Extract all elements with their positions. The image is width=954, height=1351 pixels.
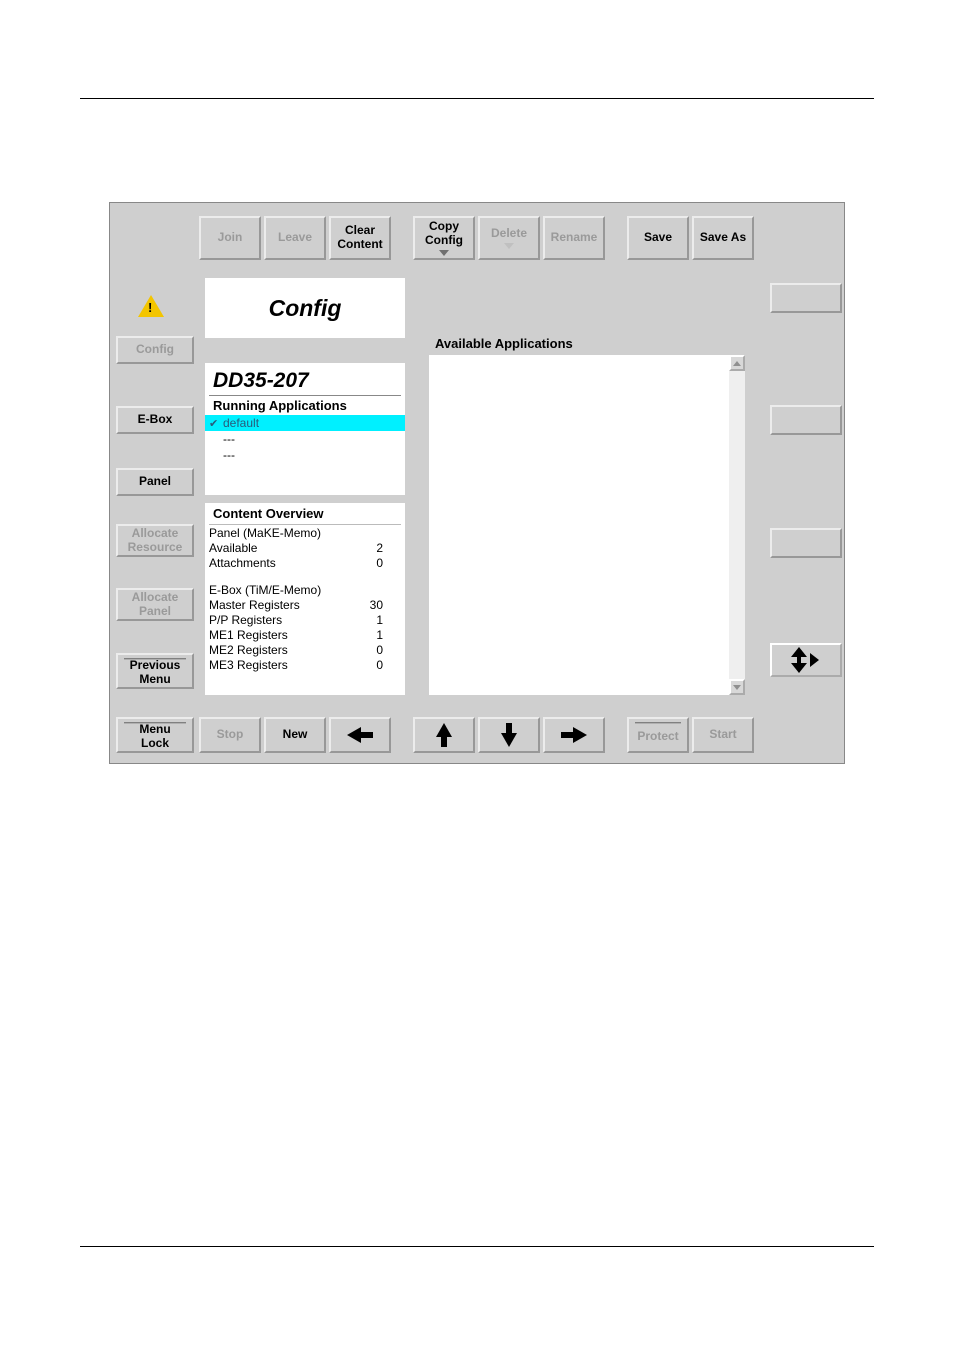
- list-item[interactable]: ---: [205, 431, 405, 447]
- leave-button[interactable]: Leave: [264, 216, 326, 260]
- protect-button[interactable]: Protect: [627, 717, 689, 753]
- content-overview-header: Content Overview: [209, 503, 401, 525]
- clear-content-button[interactable]: ClearContent: [329, 216, 391, 260]
- right-stub-1[interactable]: [770, 283, 842, 313]
- join-button[interactable]: Join: [199, 216, 261, 260]
- rename-button[interactable]: Rename: [543, 216, 605, 260]
- arrow-up-icon: [436, 723, 452, 737]
- table-row: ME3 Registers0: [205, 657, 405, 672]
- previous-menu-button[interactable]: PreviousMenu: [116, 653, 194, 689]
- scrollbar[interactable]: [729, 355, 745, 695]
- running-apps-header: Running Applications: [209, 395, 401, 415]
- screenshot-panel: Join Leave ClearContent CopyConfig Delet…: [109, 202, 845, 764]
- arrow-up-button[interactable]: [413, 717, 475, 753]
- check-icon: ✔: [209, 417, 218, 430]
- chevron-down-icon: [504, 243, 514, 249]
- list-item[interactable]: ---: [205, 447, 405, 463]
- panel-button[interactable]: Panel: [116, 468, 194, 496]
- save-button[interactable]: Save: [627, 216, 689, 260]
- accent-line: [124, 658, 186, 660]
- table-row: ME1 Registers1: [205, 627, 405, 642]
- config-title: Config: [269, 295, 342, 322]
- table-row: Master Registers30: [205, 597, 405, 612]
- available-apps-list[interactable]: [429, 355, 745, 695]
- start-button[interactable]: Start: [692, 717, 754, 753]
- arrow-right-icon: [573, 727, 587, 743]
- scroll-track[interactable]: [729, 371, 745, 679]
- save-as-button[interactable]: Save As: [692, 216, 754, 260]
- accent-line: [635, 722, 681, 724]
- arrow-left-button[interactable]: [329, 717, 391, 753]
- scroll-up-button[interactable]: [729, 355, 745, 371]
- triangle-right-icon: [810, 653, 819, 667]
- arrow-left-icon: [347, 727, 361, 743]
- available-apps-header: Available Applications: [435, 336, 573, 351]
- table-row: Attachments0: [205, 555, 405, 570]
- table-row: Available2: [205, 540, 405, 555]
- running-apps-list[interactable]: ✔ default --- ---: [205, 415, 405, 463]
- device-title: DD35-207: [205, 363, 405, 395]
- delete-button[interactable]: Delete: [478, 216, 540, 260]
- allocate-panel-button[interactable]: AllocatePanel: [116, 588, 194, 621]
- table-row: P/P Registers1: [205, 612, 405, 627]
- copy-config-button[interactable]: CopyConfig: [413, 216, 475, 260]
- right-stub-2[interactable]: [770, 405, 842, 435]
- stop-button[interactable]: Stop: [199, 717, 261, 753]
- content-overview-panel: Content Overview Panel (MaKE-Memo) Avail…: [205, 503, 405, 695]
- page-top-rule: [80, 98, 874, 99]
- right-stub-3[interactable]: [770, 528, 842, 558]
- scroll-nav-button[interactable]: [770, 643, 842, 677]
- list-item[interactable]: ✔ default: [205, 415, 405, 431]
- scroll-down-button[interactable]: [729, 679, 745, 695]
- table-row: ME2 Registers0: [205, 642, 405, 657]
- arrow-down-button[interactable]: [478, 717, 540, 753]
- arrow-right-button[interactable]: [543, 717, 605, 753]
- ebox-button[interactable]: E-Box: [116, 406, 194, 434]
- chevron-down-icon: [439, 250, 449, 256]
- two-headed-arrow-icon: [794, 647, 804, 673]
- page-bottom-rule: [80, 1246, 874, 1247]
- arrow-down-icon: [501, 733, 517, 747]
- menu-lock-button[interactable]: MenuLock: [116, 717, 194, 753]
- config-title-panel: Config: [205, 278, 405, 338]
- new-button[interactable]: New: [264, 717, 326, 753]
- accent-line: [124, 722, 186, 724]
- allocate-resource-button[interactable]: AllocateResource: [116, 524, 194, 557]
- running-apps-panel: DD35-207 Running Applications ✔ default …: [205, 363, 405, 495]
- config-button[interactable]: Config: [116, 336, 194, 364]
- warning-icon: [138, 295, 164, 317]
- content-panel-line: Panel (MaKE-Memo): [205, 525, 405, 540]
- content-ebox-line: E-Box (TiM/E-Memo): [205, 582, 405, 597]
